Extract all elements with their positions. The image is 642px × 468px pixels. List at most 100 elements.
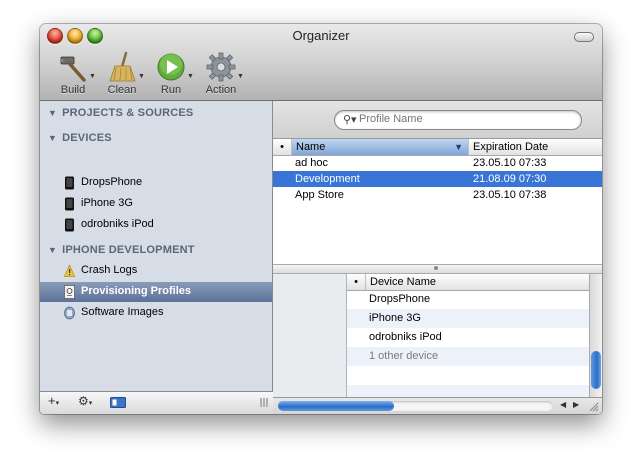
column-header-device-name[interactable]: Device Name	[366, 274, 590, 290]
profile-name: App Store	[295, 189, 344, 201]
gear-caret-icon: ▾	[88, 400, 93, 407]
sidebar-footer: +▾ ⚙▾	[40, 391, 273, 414]
iphone-icon	[65, 176, 74, 190]
search-input[interactable]	[359, 112, 569, 126]
window-title: Organizer	[292, 28, 350, 43]
disclosure-triangle-icon: ▼	[48, 245, 58, 255]
ipod-icon	[65, 218, 74, 232]
gear-icon: ⚙	[78, 394, 89, 408]
sidebar-item-crash-logs[interactable]: Crash Logs	[40, 261, 272, 281]
profile-row-development[interactable]: Development 21.08.09 07:30	[273, 171, 602, 187]
gear-icon	[206, 52, 236, 82]
toggle-detail-icon[interactable]	[110, 397, 126, 408]
run-label: Run	[160, 84, 182, 96]
disclosure-triangle-icon: ▼	[48, 133, 58, 143]
search-bar: ⚲▾	[273, 101, 602, 139]
run-caret-icon: ▼	[187, 73, 194, 80]
sidebar-item-dropsphone[interactable]: DropsPhone	[40, 173, 272, 193]
action-caret-icon: ▼	[237, 73, 244, 80]
profile-expiration: 21.08.09 07:30	[473, 173, 547, 185]
profile-name: Development	[295, 173, 360, 185]
run-button[interactable]: ▼ Run	[145, 49, 197, 97]
sidebar-item-label: Crash Logs	[81, 264, 138, 276]
device-row[interactable]: odrobniks iPod	[347, 328, 590, 347]
empty-row	[347, 366, 590, 385]
column-header-label: Name	[296, 141, 326, 153]
sidebar-item-label: iPhone 3G	[81, 197, 133, 209]
add-caret-icon: ▾	[55, 400, 60, 407]
action-button[interactable]: ▼ Action	[195, 49, 247, 97]
device-row[interactable]: iPhone 3G	[347, 309, 590, 328]
certificate-icon	[64, 285, 75, 299]
hammer-icon	[60, 56, 86, 82]
add-button[interactable]: +▾	[48, 393, 59, 409]
software-package-icon	[64, 306, 75, 320]
device-row[interactable]: DropsPhone	[347, 290, 590, 309]
warning-icon	[64, 264, 75, 277]
organizer-window: Organizer ▼ Build ▼ Clean ▼ Run ▼ Action…	[40, 24, 602, 414]
build-label: Build	[60, 84, 86, 96]
column-header-bullet[interactable]: •	[347, 274, 366, 290]
build-caret-icon: ▼	[89, 73, 96, 80]
scroll-left-arrow-icon[interactable]: ◀	[560, 400, 566, 409]
section-label: IPHONE DEVELOPMENT	[62, 244, 195, 256]
vertical-scrollbar[interactable]	[589, 274, 602, 401]
play-icon	[157, 53, 185, 81]
profiles-table-header: • Name ▼ Expiration Date	[273, 139, 602, 156]
search-field[interactable]: ⚲▾	[334, 110, 582, 130]
profile-expiration: 23.05.10 07:38	[473, 189, 547, 201]
main-content: ⚲▾ • Name ▼ Expiration Date ad hoc 23.05…	[273, 101, 602, 414]
divider-dimple-icon	[434, 266, 438, 270]
search-icon: ⚲▾	[343, 114, 357, 126]
disclosure-triangle-icon: ▼	[48, 108, 58, 118]
clean-caret-icon: ▼	[138, 73, 145, 80]
profile-row-ad-hoc[interactable]: ad hoc 23.05.10 07:33	[273, 155, 602, 171]
iphone-icon	[65, 197, 74, 211]
sidebar-item-software-images[interactable]: Software Images	[40, 303, 272, 323]
sidebar-item-label: odrobniks iPod	[81, 218, 154, 230]
sidebar-item-label: Software Images	[81, 306, 164, 318]
profile-row-app-store[interactable]: App Store 23.05.10 07:38	[273, 187, 602, 203]
sidebar-action-button[interactable]: ⚙▾	[78, 394, 92, 410]
window-resize-grip-icon[interactable]	[588, 401, 599, 412]
profile-name: ad hoc	[295, 157, 329, 169]
toolbar-toggle-button[interactable]	[574, 32, 594, 42]
horizontal-scrollbar[interactable]: ◀ ▶	[273, 397, 602, 414]
add-icon: +	[48, 393, 56, 408]
device-name: iPhone 3G	[369, 312, 421, 324]
build-button[interactable]: ▼ Build	[47, 49, 99, 97]
clean-button[interactable]: ▼ Clean	[96, 49, 148, 97]
clean-label: Clean	[107, 84, 137, 96]
profile-detail-pane: • Device Name DropsPhone iPhone 3G odrob…	[273, 274, 590, 401]
device-name: DropsPhone	[369, 293, 431, 305]
device-row-other[interactable]: 1 other device	[347, 347, 590, 366]
section-devices[interactable]: ▼ DEVICES	[48, 132, 112, 144]
vertical-scroll-thumb[interactable]	[591, 351, 601, 389]
sidebar-item-iphone-3g[interactable]: iPhone 3G	[40, 194, 272, 214]
devices-table-header: • Device Name	[347, 274, 590, 291]
sidebar-item-provisioning-profiles[interactable]: Provisioning Profiles	[40, 282, 272, 302]
section-label: PROJECTS & SOURCES	[62, 107, 194, 119]
resize-handle-icon[interactable]	[260, 397, 268, 408]
section-label: DEVICES	[62, 132, 112, 144]
broom-icon	[109, 51, 136, 82]
scroll-right-arrow-icon[interactable]: ▶	[573, 400, 579, 409]
sidebar-item-label: DropsPhone	[81, 176, 143, 188]
other-devices-count: 1 other device	[369, 350, 439, 362]
split-view-divider[interactable]	[273, 264, 602, 274]
action-label: Action	[205, 84, 237, 96]
devices-table: • Device Name DropsPhone iPhone 3G odrob…	[346, 274, 590, 401]
section-iphone-development[interactable]: ▼ IPHONE DEVELOPMENT	[48, 244, 195, 256]
column-header-name[interactable]: Name ▼	[292, 139, 469, 155]
horizontal-scroll-track[interactable]	[277, 401, 553, 411]
section-projects-sources[interactable]: ▼ PROJECTS & SOURCES	[48, 107, 193, 119]
column-header-expiration[interactable]: Expiration Date	[469, 139, 602, 155]
sidebar-item-odrobniks-ipod[interactable]: odrobniks iPod	[40, 215, 272, 235]
sidebar: ▼ PROJECTS & SOURCES ▼ DEVICES DropsPhone …	[40, 101, 273, 391]
profile-expiration: 23.05.10 07:33	[473, 157, 547, 169]
device-name: odrobniks iPod	[369, 331, 442, 343]
titlebar: Organizer ▼ Build ▼ Clean ▼ Run ▼ Action	[40, 24, 602, 101]
sidebar-item-label: Provisioning Profiles	[81, 285, 192, 297]
horizontal-scroll-thumb[interactable]	[278, 401, 394, 411]
column-header-bullet[interactable]: •	[273, 139, 292, 155]
